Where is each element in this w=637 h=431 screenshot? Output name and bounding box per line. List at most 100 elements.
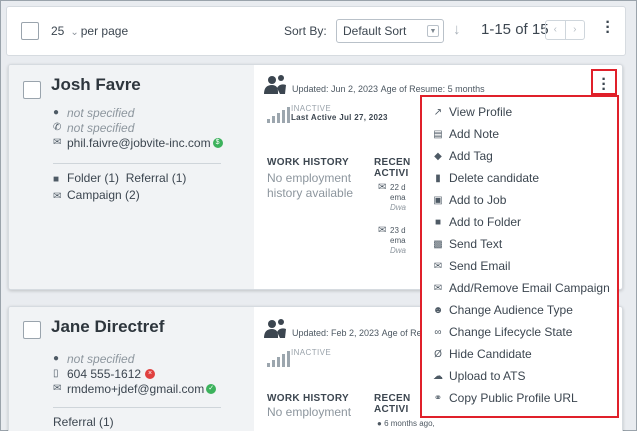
menu-item-label: Delete candidate: [449, 171, 540, 185]
recent-heading-line1: RECEN: [374, 393, 411, 404]
email-value[interactable]: phil.faivre@jobvite-inc.com: [67, 136, 211, 150]
menu-item-label: Copy Public Profile URL: [449, 391, 578, 405]
recent-heading-line2: ACTIVI: [374, 404, 409, 415]
recent-activity-item: ✉ 22 d ema Dwa: [378, 183, 406, 213]
trash-icon: ▮: [435, 172, 441, 184]
status-label: INACTIVE: [291, 348, 332, 357]
sort-direction-arrow-icon[interactable]: ↓: [453, 21, 461, 38]
folder-count[interactable]: Folder (1): [67, 171, 119, 185]
phone-row: ▯ 604 555-1612 ×: [53, 366, 216, 381]
candidate-name[interactable]: Josh Favre: [51, 75, 141, 95]
work-history-empty: No employment: [267, 405, 352, 419]
more-vertical-icon: · · ·: [601, 71, 607, 98]
menu-item-add-to-folder[interactable]: ■ Add to Folder: [430, 211, 521, 233]
candidate-checkbox[interactable]: [23, 321, 41, 339]
candidate-checkbox[interactable]: [23, 81, 41, 99]
menu-item-delete-candidate[interactable]: ▮ Delete candidate: [430, 167, 539, 189]
per-page-dropdown[interactable]: 25 ⌄ per page: [51, 24, 128, 38]
next-page-button[interactable]: ›: [564, 21, 585, 39]
verified-icon: ✓: [206, 383, 217, 394]
mobile-phone-icon: ▯: [53, 368, 59, 379]
menu-item-email-campaign[interactable]: ✉ Add/Remove Email Campaign: [430, 277, 610, 299]
external-link-icon: ↗: [433, 106, 443, 118]
audience-icon: [264, 75, 286, 94]
divider: [53, 163, 221, 164]
recent-activity-heading: RECEN ACTIVI: [374, 157, 411, 179]
menu-item-add-to-job[interactable]: ▣ Add to Job: [430, 189, 506, 211]
campaign-count[interactable]: Campaign (2): [67, 188, 140, 202]
location-value: not specified: [67, 105, 135, 120]
activity-bars-icon: [267, 351, 290, 367]
note-icon: ▤: [433, 128, 443, 140]
folder-referral-row: ■ Folder (1) Referral (1): [53, 171, 186, 185]
sort-select[interactable]: Default Sort ▼: [336, 19, 444, 43]
menu-item-label: Add to Job: [449, 193, 507, 207]
updated-date: Updated: Jun 2, 2023: [292, 84, 379, 94]
menu-item-label: Upload to ATS: [449, 369, 526, 383]
menu-item-view-profile[interactable]: ↗ View Profile: [430, 101, 512, 123]
menu-item-label: Add/Remove Email Campaign: [449, 281, 610, 295]
activity-bars-icon: [267, 107, 290, 123]
menu-item-change-lifecycle-state[interactable]: ∞ Change Lifecycle State: [430, 321, 572, 343]
email-row: ✉ phil.faivre@jobvite-inc.com $: [53, 135, 223, 150]
last-active: Last Active Jul 27, 2023: [291, 113, 388, 122]
updated-date: Updated: Feb 2, 2023: [292, 328, 380, 338]
recent-heading-line1: RECEN: [374, 157, 411, 168]
envelope-icon: ✉: [53, 137, 62, 148]
recent-activity-type: ema: [390, 236, 406, 245]
recent-activity-item: ✉ 23 d ema Dwa: [378, 226, 406, 256]
sms-icon: ▩: [433, 238, 443, 250]
audience-icon: ☻: [432, 304, 444, 316]
per-page-label: per page: [80, 24, 129, 38]
location-value: not specified: [67, 351, 135, 366]
menu-item-hide-candidate[interactable]: Ø Hide Candidate: [430, 343, 532, 365]
menu-item-label: Change Audience Type: [449, 303, 573, 317]
map-pin-icon: ●: [53, 107, 60, 118]
menu-item-label: Add Tag: [449, 149, 493, 163]
menu-item-copy-public-profile-url[interactable]: ⚭ Copy Public Profile URL: [430, 387, 578, 409]
candidate-contact-info: ● not specified ▯ 604 555-1612 × ✉ rmdemo+jd…: [53, 351, 217, 396]
results-range: 1-15 of 15: [481, 21, 549, 38]
map-pin-icon: ●: [53, 353, 60, 364]
candidate-contact-info: ● not specified ✆ not specified ✉ phil.faiv…: [53, 105, 223, 150]
toolbar-more-icon[interactable]: · · ·: [603, 15, 613, 41]
status-label: INACTIVE: [291, 104, 332, 113]
candidate-name[interactable]: Jane Directref: [51, 317, 164, 337]
menu-item-upload-to-ats[interactable]: ☁ Upload to ATS: [430, 365, 526, 387]
email-value[interactable]: rmdemo+jdef@gmail.com: [67, 382, 204, 396]
updated-info: Updated: Jun 2, 2023 Age of Resume: 5 mo…: [292, 84, 485, 94]
work-history-heading: WORK HISTORY: [267, 393, 349, 404]
chevron-down-icon: ▼: [427, 25, 439, 37]
menu-item-label: Send Email: [449, 259, 511, 273]
location-row: ● not specified: [53, 105, 223, 120]
work-history-empty: No employment history available: [267, 171, 354, 200]
chevron-down-icon: ⌄: [70, 27, 79, 38]
referral-count[interactable]: Referral (1): [126, 171, 187, 185]
phone-icon: ✆: [53, 122, 62, 133]
phone-value: not specified: [67, 120, 135, 135]
cloud-upload-icon: ☁: [433, 370, 443, 382]
menu-item-add-note[interactable]: ▤ Add Note: [430, 123, 499, 145]
menu-item-send-email[interactable]: ✉ Send Email: [430, 255, 511, 277]
link-icon: ⚭: [433, 392, 443, 404]
sort-selected-value: Default Sort: [343, 24, 407, 38]
email-row: ✉ rmdemo+jdef@gmail.com ✓: [53, 381, 217, 396]
envelope-icon: ✉: [378, 225, 387, 236]
select-all-checkbox[interactable]: [21, 22, 39, 40]
phone-value[interactable]: 604 555-1612: [67, 367, 141, 381]
referral-count[interactable]: Referral (1): [53, 415, 114, 429]
campaign-icon: ✉: [433, 282, 443, 294]
menu-item-add-tag[interactable]: ◆ Add Tag: [430, 145, 493, 167]
menu-item-send-text[interactable]: ▩ Send Text: [430, 233, 502, 255]
recent-activity-type: ema: [390, 193, 406, 202]
prev-page-button[interactable]: ‹: [546, 21, 565, 39]
candidate-actions-menu: ↗ View Profile ▤ Add Note ◆ Add Tag ▮ Delete…: [420, 95, 619, 418]
menu-item-change-audience-type[interactable]: ☻ Change Audience Type: [430, 299, 573, 321]
recent-activity-heading: RECEN ACTIVI: [374, 393, 411, 415]
folder-icon: ■: [434, 216, 442, 228]
referral-row: Referral (1): [53, 415, 114, 429]
candidate-actions-button[interactable]: · · ·: [591, 69, 617, 98]
briefcase-icon: ▣: [433, 194, 443, 206]
age-of-resume: Age of Resume: 5 months: [380, 84, 485, 94]
menu-item-label: View Profile: [449, 105, 513, 119]
